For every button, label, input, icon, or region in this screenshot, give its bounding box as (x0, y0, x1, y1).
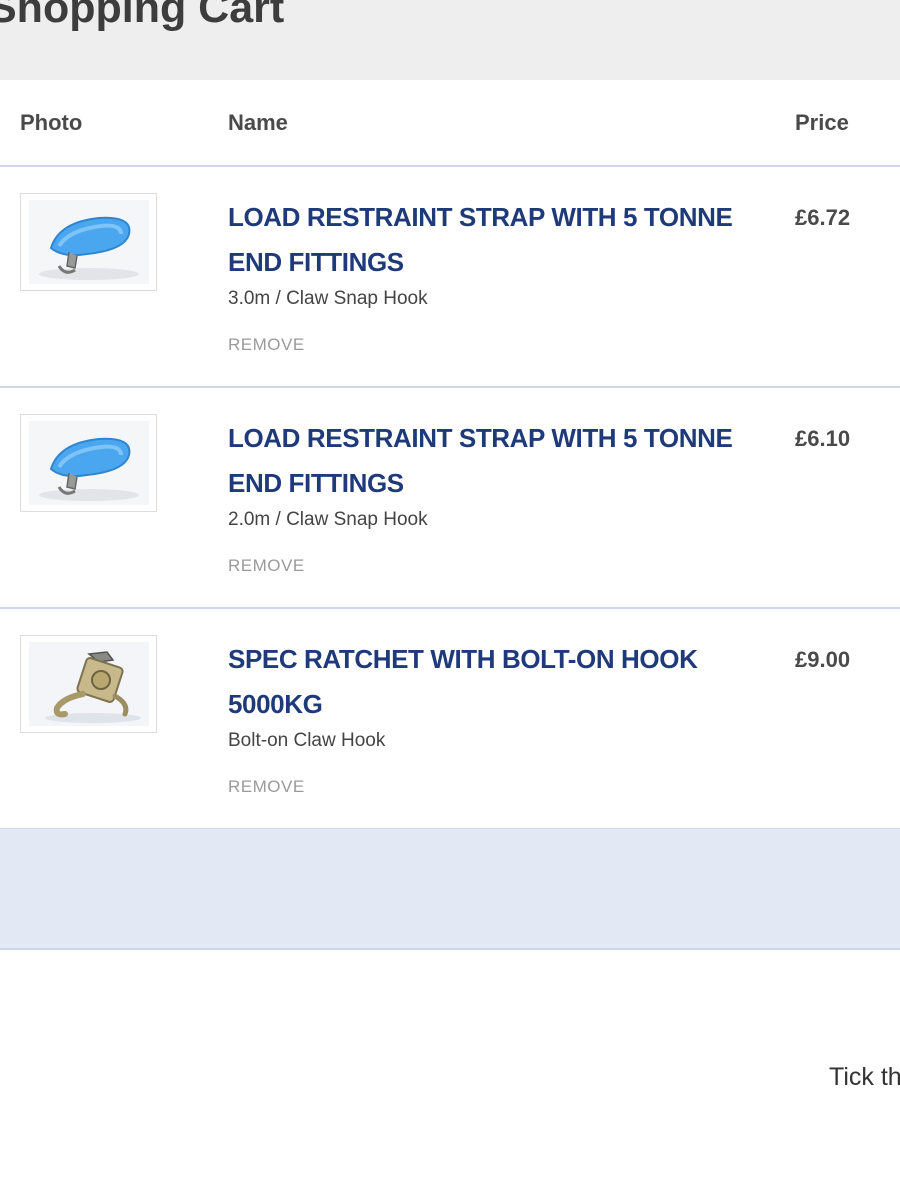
product-variant: 3.0m / Claw Snap Hook (228, 288, 428, 309)
blue-strap-icon (29, 421, 149, 505)
product-name-link[interactable]: LOAD RESTRAINT STRAP WITH 5 TONNE END FI… (228, 195, 768, 285)
column-header-price: Price (795, 110, 849, 135)
product-thumbnail[interactable] (20, 635, 157, 733)
cart-item-row: LOAD RESTRAINT STRAP WITH 5 TONNE END FI… (0, 388, 900, 609)
item-price: £6.72 (795, 205, 851, 230)
remove-button[interactable]: REMOVE (228, 335, 305, 355)
page-title: Shopping Cart (0, 0, 285, 32)
cart-item-row: LOAD RESTRAINT STRAP WITH 5 TONNE END FI… (0, 167, 900, 388)
table-header-row: Photo Name Price (0, 80, 900, 167)
product-variant: Bolt-on Claw Hook (228, 730, 386, 751)
cart-item-row: SPEC RATCHET WITH BOLT-ON HOOK 5000KG Bo… (0, 609, 900, 830)
cart-table: Photo Name Price LOAD RESTRAINT STRAP WI… (0, 80, 900, 830)
item-price: £9.00 (795, 647, 851, 672)
remove-button[interactable]: REMOVE (228, 777, 305, 797)
remove-button[interactable]: REMOVE (228, 556, 305, 576)
cart-summary-band (0, 829, 900, 950)
product-name-link[interactable]: LOAD RESTRAINT STRAP WITH 5 TONNE END FI… (228, 416, 768, 506)
product-name-link[interactable]: SPEC RATCHET WITH BOLT-ON HOOK 5000KG (228, 637, 768, 727)
item-price: £6.10 (795, 426, 851, 451)
column-header-photo: Photo (20, 110, 83, 135)
blue-strap-icon (29, 200, 149, 284)
product-thumbnail[interactable] (20, 414, 157, 512)
product-variant: 2.0m / Claw Snap Hook (228, 509, 428, 530)
terms-checkbox-label[interactable]: Tick th (829, 1063, 900, 1092)
page-header: Shopping Cart (0, 0, 900, 80)
column-header-name: Name (228, 110, 288, 135)
ratchet-hook-icon (29, 642, 149, 726)
product-thumbnail[interactable] (20, 193, 157, 291)
